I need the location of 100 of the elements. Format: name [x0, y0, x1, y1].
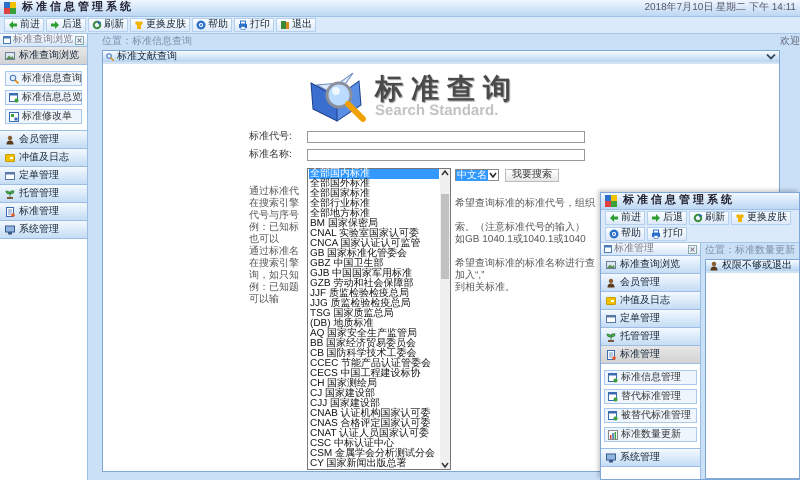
- list-option[interactable]: (DB) 地质标准: [309, 319, 439, 329]
- sidebar-section[interactable]: 托管管理: [601, 328, 700, 346]
- list-option[interactable]: JJG 质监检验检疫总局: [309, 299, 439, 309]
- list-option[interactable]: CECS 中国工程建设标协: [309, 369, 439, 379]
- input-field[interactable]: [307, 149, 585, 161]
- sidebar-section[interactable]: 冲值及日志: [601, 292, 700, 310]
- help-text: 索。（注意标准代号的输入）: [455, 222, 585, 234]
- sidebar-item[interactable]: 标准修改单: [5, 109, 82, 124]
- toolbar-button[interactable]: 更换皮肤: [130, 18, 190, 32]
- sidebar-section[interactable]: 系统管理: [601, 449, 700, 467]
- chevron-down-icon[interactable]: [441, 461, 449, 469]
- sidebar-item[interactable]: 标准信息管理: [604, 370, 697, 385]
- list-option[interactable]: GB 国家标准化管委会: [309, 249, 439, 259]
- chart-icon: [608, 430, 618, 440]
- scrollbar[interactable]: [440, 169, 450, 469]
- toolbar-button[interactable]: 刷新: [689, 211, 729, 225]
- right-arrow-icon: [50, 20, 60, 30]
- toolbar-button[interactable]: 前进: [4, 18, 44, 32]
- toolbar-button[interactable]: 打印: [647, 227, 687, 241]
- toolbar-button[interactable]: 刷新: [88, 18, 128, 32]
- sidebar-section[interactable]: 标准查询浏览: [601, 256, 700, 274]
- sidebar-item[interactable]: 被替代标准管理: [604, 408, 697, 423]
- toolbar-button[interactable]: 后退: [647, 211, 687, 225]
- scroll-thumb[interactable]: [441, 194, 449, 280]
- list-option[interactable]: CSC 中标认证中心: [309, 439, 439, 449]
- list-option[interactable]: 全部国家标准: [309, 189, 439, 199]
- help-text: 例：已知标: [249, 222, 300, 234]
- help-text: 可以输: [249, 294, 280, 306]
- window-title: 标准信息管理系统: [22, 1, 134, 15]
- list-option[interactable]: CY 国家新闻出版总署: [309, 459, 439, 469]
- folder-icon: [606, 296, 616, 306]
- close-icon[interactable]: [75, 36, 84, 44]
- document-icon: [608, 392, 618, 402]
- list-option[interactable]: CB 国防科学技术工委会: [309, 349, 439, 359]
- sidebar-section[interactable]: 会员管理: [601, 274, 700, 292]
- field-label: 标准名称:: [249, 149, 293, 161]
- picture-icon: [606, 260, 616, 270]
- chevron-up-icon[interactable]: [441, 169, 449, 177]
- sidebar-section[interactable]: 标准管理: [0, 203, 87, 221]
- field-label: 标准代号:: [249, 131, 293, 143]
- list-option[interactable]: GBZ 中国卫生部: [309, 259, 439, 269]
- list-option[interactable]: CJJ 国家建设部: [309, 399, 439, 409]
- list-option[interactable]: CNAL 实验室国家认可委: [309, 229, 439, 239]
- close-icon[interactable]: [688, 244, 697, 254]
- sidebar-section[interactable]: 定单管理: [601, 310, 700, 328]
- list-option[interactable]: AQ 国家安全生产监管局: [309, 329, 439, 339]
- help-text: 询，如只知: [249, 270, 300, 282]
- list-option[interactable]: 全部国外标准: [309, 179, 439, 189]
- sidebar-item[interactable]: 标准信息查询: [5, 71, 82, 86]
- help-text: 希望查询标准的标准名称进行查: [455, 258, 595, 270]
- list-option[interactable]: GJB 中国国家军用标准: [309, 269, 439, 279]
- toolbar-button[interactable]: 帮助: [192, 18, 232, 32]
- list-option[interactable]: BM 国家保密局: [309, 219, 439, 229]
- sidebar-section[interactable]: 标准查询浏览: [0, 47, 87, 65]
- shirt-icon: [735, 213, 745, 223]
- input-field[interactable]: [307, 131, 585, 143]
- sidebar-section[interactable]: 会员管理: [0, 131, 87, 149]
- list-option[interactable]: CJ 国家建设部: [309, 389, 439, 399]
- list-option[interactable]: CNAT 认证人员国家认可委: [309, 429, 439, 439]
- list-option[interactable]: CNCA 国家认证认可监管: [309, 239, 439, 249]
- right-arrow-icon: [651, 213, 661, 223]
- search-button[interactable]: 我要搜索: [505, 168, 559, 182]
- toolbar-button[interactable]: 退出: [276, 18, 316, 32]
- person-icon: [606, 278, 616, 288]
- panel-title: 权限不够或退出: [722, 260, 792, 272]
- sidebar-section[interactable]: 系统管理: [0, 221, 87, 239]
- list-option[interactable]: CNAS 合格评定国家认可委: [309, 419, 439, 429]
- list-option[interactable]: JJF 质监检验检疫总局: [309, 289, 439, 299]
- list-option[interactable]: BB 国家经济贸易委员会: [309, 339, 439, 349]
- sidebar-section[interactable]: 标准管理: [601, 346, 700, 364]
- logo-title: 标准查询: [375, 74, 519, 104]
- toolbar-button[interactable]: 后退: [46, 18, 86, 32]
- toolbar-button[interactable]: 帮助: [605, 227, 645, 241]
- list-option[interactable]: CH 国家测绘局: [309, 379, 439, 389]
- person-icon: [5, 134, 15, 144]
- breadcrumb: 位置：标准数量更新: [705, 245, 795, 257]
- left-arrow-icon: [609, 213, 619, 223]
- list-option[interactable]: CSM 金属学会分析测试分会: [309, 449, 439, 459]
- grid-icon: [9, 112, 19, 122]
- list-option[interactable]: TSG 国家质监总局: [309, 309, 439, 319]
- chevron-icon[interactable]: [766, 52, 776, 60]
- list-option[interactable]: CNAB 认证机构国家认可委: [309, 409, 439, 419]
- sidebar-section[interactable]: 定单管理: [0, 167, 87, 185]
- toolbar-button[interactable]: 前进: [605, 211, 645, 225]
- window-title: 标准信息管理系统: [623, 194, 735, 208]
- list-option[interactable]: GZB 劳动和社会保障部: [309, 279, 439, 289]
- sidebar-item[interactable]: 标准数量更新: [604, 427, 697, 442]
- document-icon: [608, 410, 618, 420]
- list-option[interactable]: CCEC 节能产品认证管委会: [309, 359, 439, 369]
- monitor-icon: [606, 452, 616, 462]
- list-option[interactable]: 全部地方标准: [309, 209, 439, 219]
- sidebar-section[interactable]: 托管管理: [0, 185, 87, 203]
- date-time: 2018年7月10日 星期二 下午 14:11: [644, 2, 796, 14]
- list-option[interactable]: 全部行业标准: [309, 199, 439, 209]
- toolbar-button[interactable]: 更换皮肤: [731, 211, 791, 225]
- toolbar-button[interactable]: 打印: [234, 18, 274, 32]
- sidebar-item[interactable]: 替代标准管理: [604, 389, 697, 404]
- sidebar-item[interactable]: 标准信息总览: [5, 90, 82, 105]
- help-text: 在搜索引擎: [249, 198, 300, 210]
- sidebar-section[interactable]: 冲值及日志: [0, 149, 87, 167]
